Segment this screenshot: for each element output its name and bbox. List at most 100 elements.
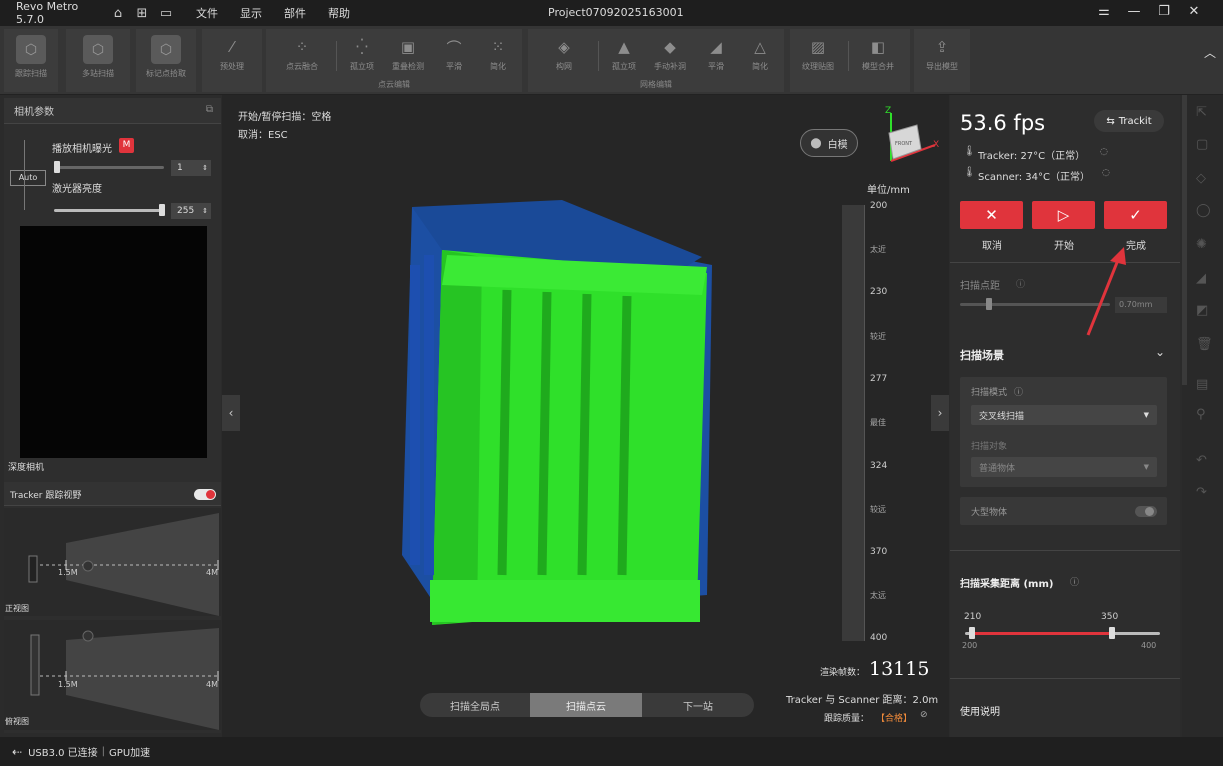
instructions-link[interactable]: 使用说明 [960, 703, 1000, 718]
hole-fill-button[interactable]: ◆ 手动补洞 [644, 29, 696, 79]
scan-mode-dropdown[interactable]: 交叉线扫描 ▼ [971, 405, 1157, 425]
panel-scrollbar[interactable] [1182, 95, 1187, 385]
rect-select-icon[interactable]: ▢ [1196, 137, 1208, 152]
delete-icon[interactable]: 🗑︎ [1196, 337, 1213, 352]
exposure-value: 1 [177, 163, 183, 173]
range-min-label: 200 [962, 641, 978, 650]
collapse-right-button[interactable]: › [931, 395, 949, 431]
undo-icon[interactable]: ↶ [1196, 453, 1207, 468]
info-icon[interactable]: ⓘ [1016, 277, 1025, 290]
laser-input[interactable]: 255 ⇕ [171, 203, 211, 219]
spin-icon[interactable]: ⇕ [202, 203, 208, 219]
laser-slider[interactable] [54, 209, 164, 212]
tracker-info-icon[interactable]: ◌ [1100, 147, 1108, 157]
pc-simplify-button[interactable]: ⁙ 简化 [472, 29, 524, 79]
exposure-label: 播放相机曝光 [52, 144, 112, 155]
isolated-points-button[interactable]: ⁛ 孤立项 [336, 29, 388, 79]
close-icon[interactable]: ✕ [1179, 4, 1209, 19]
brush-icon[interactable]: ◯ [1196, 203, 1211, 218]
auto-button[interactable]: Auto [10, 170, 46, 186]
start-label: 开始 [1054, 241, 1074, 252]
scan-object-dropdown[interactable]: 普通物体 ▼ [971, 457, 1157, 477]
menu-help[interactable]: 帮助 [328, 5, 350, 21]
pin-icon[interactable]: ⚲ [1196, 407, 1206, 422]
chevron-down-icon[interactable]: ⌄ [1155, 345, 1165, 359]
model-merge-button[interactable]: ◧ 模型合并 [852, 29, 904, 79]
quality-info-icon[interactable]: ⊘ [920, 710, 928, 720]
cancel-button[interactable]: ✕ [960, 201, 1023, 229]
svg-text:X: X [933, 140, 939, 150]
texture-map-button[interactable]: ▨ 纹理贴图 [792, 29, 844, 79]
collapse-left-button[interactable]: ‹ [222, 395, 240, 431]
scanner-temperature: Scanner: 34°C（正常） [978, 172, 1090, 183]
open-folder-icon[interactable]: ▭ [157, 4, 175, 22]
point-fusion-button[interactable]: ⁘ 点云融合 [276, 29, 328, 79]
tracking-scan-button[interactable]: ⬡ 跟踪扫描 [5, 29, 57, 79]
exposure-input[interactable]: 1 ⇕ [171, 160, 211, 176]
front-view-label: 正视图 [5, 604, 29, 613]
layers-icon[interactable]: ▤ [1196, 377, 1208, 392]
exposure-slider-thumb[interactable] [54, 161, 60, 173]
exposure-slider[interactable] [54, 166, 164, 169]
preprocess-button[interactable]: ⁄ 预处理 [206, 29, 258, 79]
home-icon[interactable]: ⌂ [109, 4, 127, 22]
3d-viewport[interactable]: 开始/暂停扫描：空格 取消：ESC ⬤ 白模 Z X FRONT ‹ › 单位/m… [222, 95, 949, 737]
redo-icon[interactable]: ↷ [1196, 485, 1207, 500]
new-project-icon[interactable]: ⊞ [133, 4, 151, 22]
annotation-arrow [1086, 247, 1126, 336]
scan-distance-title: 扫描采集距离 (mm) [960, 579, 1054, 590]
overlap-detect-button[interactable]: ▣ 重叠检测 [382, 29, 434, 79]
tab-point-cloud[interactable]: 扫描点云 [530, 693, 642, 717]
tracker-view-toggle[interactable] [194, 489, 216, 500]
tab-global-points[interactable]: 扫描全局点 [420, 693, 530, 717]
maximize-icon[interactable]: ❐ [1149, 4, 1179, 19]
view-cube-face: FRONT [895, 141, 913, 147]
select-icon[interactable]: ⇱ [1196, 105, 1207, 120]
minimize-icon[interactable]: — [1119, 4, 1149, 19]
popout-icon[interactable]: ⧉ [206, 104, 213, 115]
range-high-thumb[interactable] [1109, 627, 1115, 639]
export-model-button[interactable]: ⇪ 导出模型 [916, 29, 968, 79]
mesh-simplify-button[interactable]: △ 简化 [734, 29, 786, 79]
lasso-icon[interactable]: ◇ [1196, 171, 1206, 186]
large-object-toggle[interactable] [1135, 506, 1157, 517]
finish-button[interactable]: ✓ [1104, 201, 1167, 229]
menu-parts[interactable]: 部件 [284, 5, 306, 21]
menu-file[interactable]: 文件 [196, 5, 218, 21]
plane-icon[interactable]: ◢ [1196, 271, 1206, 286]
mode-badge[interactable]: M [119, 138, 134, 153]
laser-slider-thumb[interactable] [159, 204, 165, 216]
menu-view[interactable]: 显示 [240, 5, 262, 21]
hole-fill-icon: ◆ [664, 38, 676, 56]
multi-station-scan-button[interactable]: ⬡ 多站扫描 [72, 29, 124, 79]
marker-pickup-button[interactable]: ⬡ 标记点拾取 [140, 29, 192, 79]
collapse-toolbar-icon[interactable]: ︿ [1204, 44, 1216, 61]
project-name: Project07092025163001 [548, 6, 684, 19]
mesh-isolated-button[interactable]: ▲ 孤立项 [598, 29, 650, 79]
info-icon[interactable]: ⓘ [1070, 575, 1079, 588]
white-model-button[interactable]: ⬤ 白模 [800, 129, 858, 157]
invert-icon[interactable]: ◩ [1196, 303, 1208, 318]
mesh-build-button[interactable]: ◈ 构网 [538, 29, 590, 79]
color-icon[interactable]: ✺ [1196, 237, 1207, 252]
settings-icon[interactable]: ⚌ [1089, 4, 1119, 19]
ruler-label: 太远 [870, 591, 886, 600]
view-cube[interactable]: Z X FRONT [877, 103, 943, 165]
scanner-info-icon[interactable]: ◌ [1102, 168, 1110, 178]
ruler-label: 400 [870, 633, 888, 643]
tab-point-cloud-label: 扫描点云 [566, 701, 606, 713]
start-button[interactable]: ▷ [1032, 201, 1095, 229]
spin-icon[interactable]: ⇕ [202, 160, 208, 176]
point-cloud-group-label: 点云编辑 [378, 80, 410, 89]
trackit-button[interactable]: ⇆ Trackit [1094, 110, 1164, 132]
status-separator: | [101, 746, 106, 757]
range-low-thumb[interactable] [969, 627, 975, 639]
laser-label: 激光器亮度 [52, 184, 102, 195]
overlap-detect-icon: ▣ [400, 38, 416, 56]
mesh-smooth-icon: ◢ [710, 38, 722, 56]
info-icon[interactable]: ⓘ [1014, 385, 1023, 398]
tab-next-station[interactable]: 下一站 [642, 693, 754, 717]
preview-label: 深度相机 [8, 463, 45, 473]
point-distance-thumb[interactable] [986, 298, 992, 310]
ruler-label: 370 [870, 547, 888, 557]
